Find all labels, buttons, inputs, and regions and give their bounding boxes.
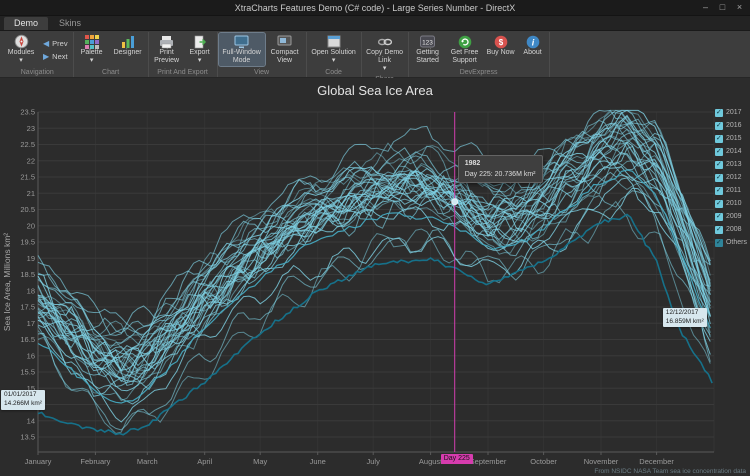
window-controls: – □ × bbox=[697, 0, 748, 15]
ribbon-button-label: Buy Now bbox=[487, 49, 515, 57]
ribbon-group-share: Copy Demo Link ▾Share bbox=[362, 32, 409, 77]
ribbon-button-buy-now[interactable]: $ Buy Now bbox=[484, 33, 518, 58]
ribbon-button-about[interactable]: iAbout bbox=[518, 33, 548, 58]
compass-icon bbox=[14, 34, 29, 49]
title-bar[interactable]: XtraCharts Features Demo (C# code) - Lar… bbox=[0, 0, 750, 16]
app-window: XtraCharts Features Demo (C# code) - Lar… bbox=[0, 0, 750, 476]
compact-icon bbox=[277, 34, 292, 49]
ribbon-button-print-preview[interactable]: Print Preview bbox=[150, 33, 184, 66]
source-note: From NSIDC NASA Team sea ice concentrati… bbox=[594, 468, 746, 475]
window-title: XtraCharts Features Demo (C# code) - Lar… bbox=[0, 3, 750, 13]
ribbon-group-code: Open Solution ▾ Code bbox=[307, 32, 362, 77]
ribbon-button-label: Modules ▾ bbox=[8, 49, 34, 65]
ribbon-group-label-code: Code bbox=[308, 68, 360, 77]
annotation-flag-right: 12/12/201716.859M km² bbox=[663, 308, 707, 328]
tab-skins[interactable]: Skins bbox=[49, 17, 91, 30]
ribbon-button-label: Palette ▾ bbox=[81, 49, 103, 65]
ribbon-button-copy-demo-link[interactable]: Copy Demo Link ▾ bbox=[363, 33, 407, 74]
ribbon-button-label: Print Preview bbox=[154, 49, 179, 65]
ribbon-button-label: Prev bbox=[52, 39, 67, 48]
ribbon-button-label: Compact View bbox=[271, 49, 299, 65]
export-icon bbox=[193, 34, 207, 49]
link-icon bbox=[377, 34, 393, 49]
maximize-icon[interactable]: □ bbox=[714, 0, 731, 15]
about-icon: i bbox=[526, 34, 540, 49]
ribbon-button-open-solution[interactable]: Open Solution ▾ bbox=[308, 33, 360, 66]
ribbon-button-label: Getting Started bbox=[416, 49, 439, 65]
ribbon-button-next[interactable]: ▶Next bbox=[39, 50, 72, 63]
ribbon-button-palette[interactable]: Palette ▾ bbox=[75, 33, 109, 66]
ribbon-button-label: Get Free Support bbox=[451, 49, 479, 65]
ribbon-button-label: Full-Window Mode bbox=[222, 49, 261, 65]
print-icon bbox=[159, 34, 174, 49]
ribbon-group-label-navigation: Navigation bbox=[3, 68, 72, 77]
chart-overlays: 1982Day 225: 20.736M km² 01/01/201714.266… bbox=[0, 78, 750, 476]
ribbon-group-label-devexpress: DevExpress bbox=[410, 68, 548, 77]
support-icon bbox=[458, 34, 472, 49]
ribbon-button-designer[interactable]: Designer bbox=[109, 33, 147, 58]
ribbon-button-getting-started[interactable]: 123 Getting Started bbox=[410, 33, 446, 66]
ribbon-button-compact-view[interactable]: Compact View bbox=[265, 33, 305, 66]
ribbon-group-print-and-export: Print Preview Export ▾ Print And Export bbox=[149, 32, 218, 77]
ribbon-group-view: Full-Window Mode Compact View View bbox=[218, 32, 307, 77]
ribbon-group-devexpress: 123 Getting Started Get Free Support $ Buy N… bbox=[409, 32, 550, 77]
ribbon-button-label: Next bbox=[52, 52, 67, 61]
ribbon-button-full-window-mode[interactable]: Full-Window Mode bbox=[219, 33, 265, 66]
ribbon-group-chart: Palette ▾ Designer Chart bbox=[74, 32, 149, 77]
ribbon-button-get-free-support[interactable]: Get Free Support bbox=[446, 33, 484, 66]
ribbon-group-navigation: Modules ▾◀Prev▶NextNavigation bbox=[2, 32, 74, 77]
ribbon-toolbar: Modules ▾◀Prev▶NextNavigationPalette ▾De… bbox=[0, 31, 750, 78]
ribbon-group-label-chart: Chart bbox=[75, 68, 147, 77]
arrow-right-icon: ▶ bbox=[43, 52, 49, 61]
solution-icon bbox=[327, 34, 341, 49]
tab-demo[interactable]: Demo bbox=[4, 17, 48, 30]
ribbon-button-label: Designer bbox=[114, 49, 142, 57]
buy-icon: $ bbox=[494, 34, 508, 49]
palette-icon bbox=[85, 34, 99, 49]
ribbon-button-label: Copy Demo Link ▾ bbox=[366, 49, 403, 73]
close-icon[interactable]: × bbox=[731, 0, 748, 15]
minimize-icon[interactable]: – bbox=[697, 0, 714, 15]
designer-icon bbox=[121, 34, 135, 49]
svg-text:$: $ bbox=[498, 38, 503, 47]
tab-bar: Demo Skins bbox=[0, 16, 750, 31]
ribbon-button-label: Open Solution ▾ bbox=[311, 49, 355, 65]
svg-text:123: 123 bbox=[422, 40, 433, 47]
annotation-tooltip: 1982Day 225: 20.736M km² bbox=[458, 155, 543, 183]
ribbon-button-export[interactable]: Export ▾ bbox=[184, 33, 216, 66]
ribbon-button-label: Export ▾ bbox=[189, 49, 209, 65]
onetwothree-icon: 123 bbox=[420, 34, 435, 49]
ribbon-group-label-print-and-export: Print And Export bbox=[150, 68, 216, 77]
ribbon-button-label: About bbox=[523, 49, 541, 57]
crosshair-axis-label: Day 225 bbox=[441, 454, 473, 464]
annotation-flag-left: 01/01/201714.266M km² bbox=[1, 390, 45, 410]
chart-area: 13.51414.51515.51616.51717.51818.51919.5… bbox=[0, 78, 750, 476]
ribbon-group-label-view: View bbox=[219, 68, 305, 77]
ribbon-button-prev[interactable]: ◀Prev bbox=[39, 37, 72, 50]
ribbon-button-modules[interactable]: Modules ▾ bbox=[3, 33, 39, 66]
fullwindow-icon bbox=[234, 34, 249, 49]
arrow-left-icon: ◀ bbox=[43, 39, 49, 48]
